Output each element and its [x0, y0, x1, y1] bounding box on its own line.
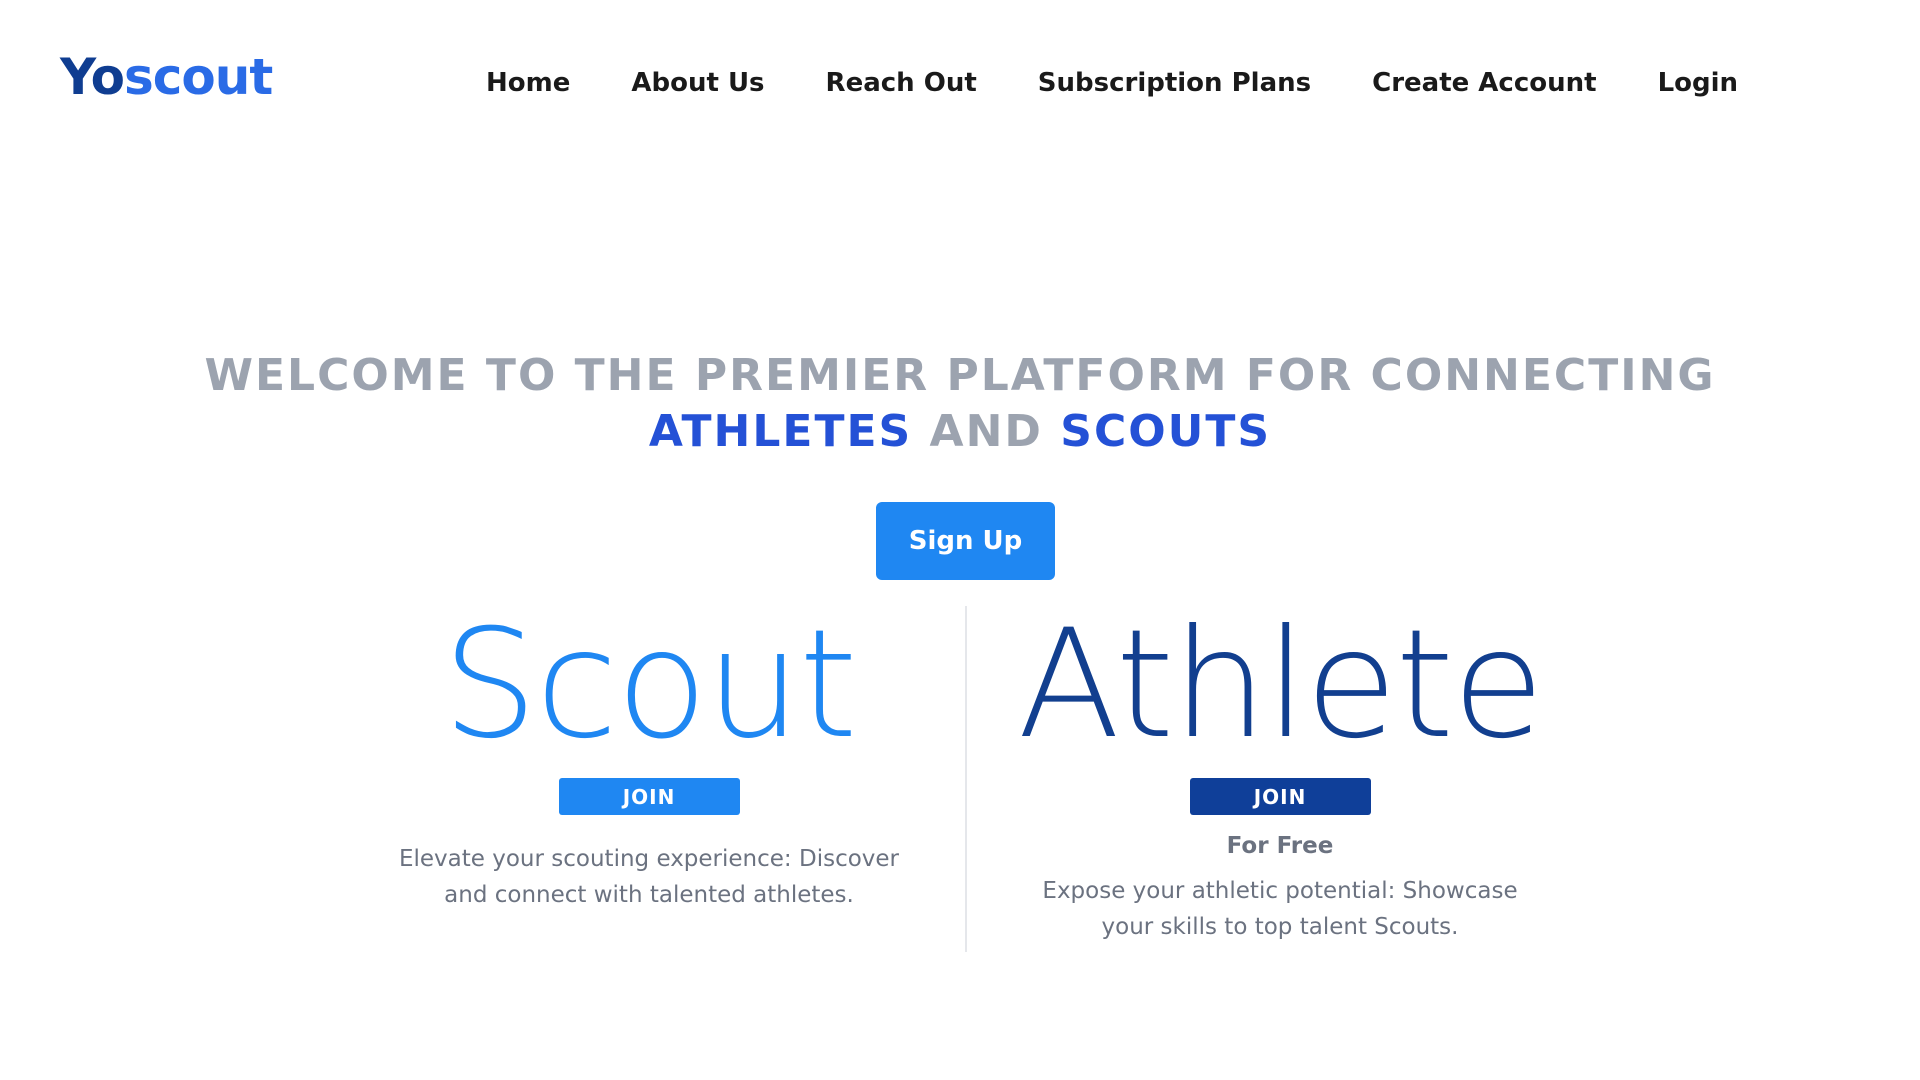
hero-title-and: AND — [929, 406, 1043, 457]
scout-description: Elevate your scouting experience: Discov… — [398, 846, 899, 908]
sign-up-button[interactable]: Sign Up — [876, 502, 1055, 580]
site-header: Yoscout Home About Us Reach Out Subscrip… — [0, 0, 1920, 170]
panel-divider — [965, 606, 967, 952]
hero-title: WELCOME TO THE PREMIER PLATFORM FOR CONN… — [0, 348, 1920, 460]
nav-subscription-plans[interactable]: Subscription Plans — [1038, 68, 1311, 98]
nav-reach-out[interactable]: Reach Out — [826, 68, 977, 98]
athlete-title: Athlete — [1017, 598, 1545, 772]
athlete-join-button[interactable]: JOIN — [1189, 778, 1371, 815]
hero-title-scouts: SCOUTS — [1060, 406, 1272, 457]
athlete-description: Expose your athletic potential: Showcase… — [1042, 878, 1518, 940]
logo-text-secondary: scout — [123, 48, 273, 106]
for-free-label: For Free — [1226, 833, 1334, 859]
athlete-panel: Athlete JOIN For Free Expose your athlet… — [970, 610, 1590, 945]
hero-title-line1: WELCOME TO THE PREMIER PLATFORM FOR CONN… — [204, 350, 1716, 401]
nav-home[interactable]: Home — [486, 68, 570, 98]
logo-text-primary: Yo — [60, 48, 125, 106]
scout-panel: Scout JOIN Elevate your scouting experie… — [339, 610, 959, 913]
scout-title: Scout — [442, 598, 857, 772]
nav-login[interactable]: Login — [1658, 68, 1738, 98]
nav-create-account[interactable]: Create Account — [1372, 68, 1596, 98]
main-nav: Home About Us Reach Out Subscription Pla… — [486, 68, 1738, 98]
nav-about-us[interactable]: About Us — [631, 68, 764, 98]
hero-title-athletes: ATHLETES — [648, 406, 913, 457]
scout-join-button[interactable]: JOIN — [558, 778, 740, 815]
hero-title-line2: ATHLETES AND SCOUTS — [0, 404, 1920, 460]
logo[interactable]: Yoscout — [60, 52, 273, 102]
